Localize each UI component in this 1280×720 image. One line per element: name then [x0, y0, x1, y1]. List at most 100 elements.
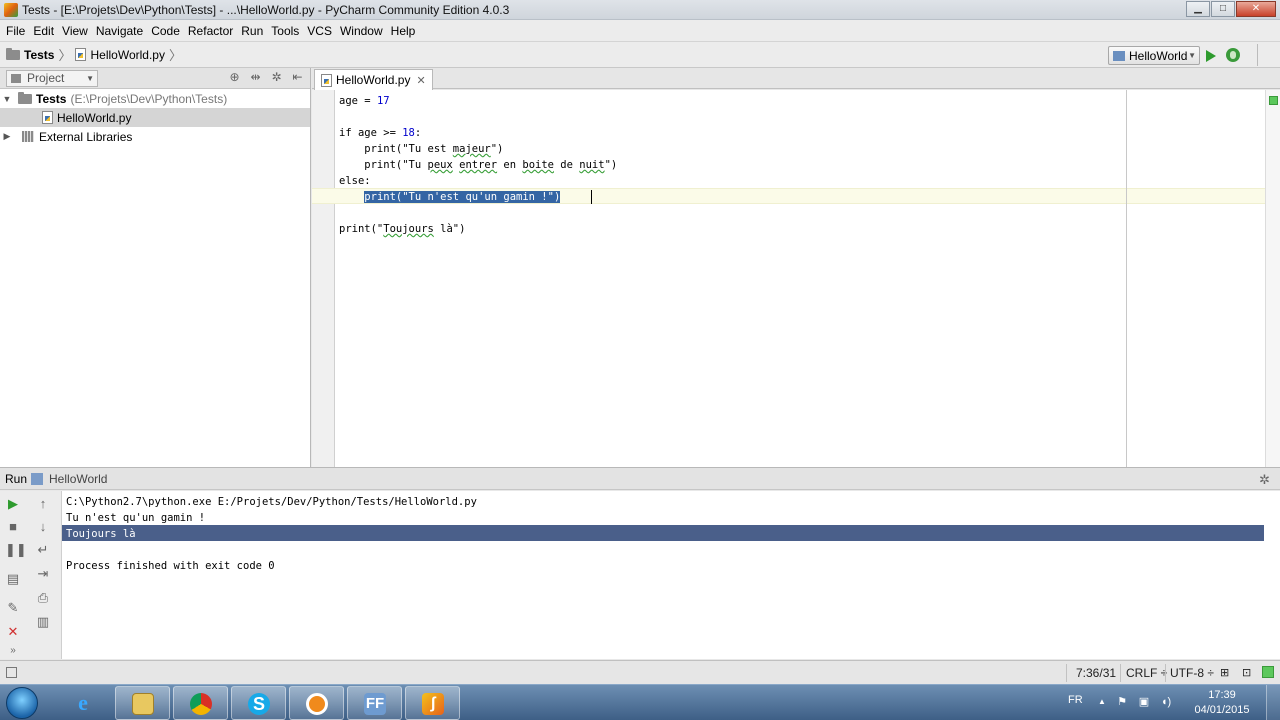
tree-item-label: Tests — [36, 91, 67, 106]
menu-tools[interactable]: Tools — [267, 24, 303, 38]
run-tab-label[interactable]: HelloWorld — [49, 472, 107, 486]
breadcrumb-file[interactable]: HelloWorld.py — [90, 48, 164, 62]
pin-icon[interactable]: ✎ — [5, 600, 21, 616]
chevron-down-icon: ▼ — [86, 73, 94, 83]
taskbar-app-ff[interactable]: FF — [347, 686, 402, 720]
volume-icon[interactable]: ◖) — [1160, 696, 1172, 708]
tree-item-tests[interactable]: ▼ Tests (E:\Projets\Dev\Python\Tests) — [0, 89, 310, 108]
tree-item-path: (E:\Projets\Dev\Python\Tests) — [70, 91, 228, 106]
menu-vcs[interactable]: VCS — [303, 24, 336, 38]
taskbar-app-skype[interactable]: S — [231, 686, 286, 720]
menu-refactor[interactable]: Refactor — [184, 24, 237, 38]
inspection-profile-icon[interactable]: ⊡ — [1242, 666, 1251, 679]
run-console[interactable]: C:\Python2.7\python.exe E:/Projets/Dev/P… — [62, 491, 1280, 659]
pycharm-app-icon — [4, 2, 18, 17]
internet-explorer-icon: e — [78, 690, 88, 715]
menu-code[interactable]: Code — [147, 24, 184, 38]
gear-icon[interactable]: ✲ — [1259, 472, 1270, 488]
close-icon[interactable]: ✕ — [5, 624, 21, 640]
read-only-lock-icon[interactable]: ⊞ — [1220, 666, 1229, 679]
menu-window[interactable]: Window — [336, 24, 387, 38]
chevron-right-icon[interactable]: ▶ — [0, 131, 14, 142]
menu-run[interactable]: Run — [237, 24, 267, 38]
show-hidden-icons-icon[interactable]: ▲ — [1096, 696, 1108, 708]
python-file-icon — [42, 111, 53, 124]
toggle-tool-windows-icon[interactable] — [6, 667, 17, 678]
python-file-icon — [75, 48, 87, 61]
menu-file[interactable]: File — [2, 24, 29, 38]
breadcrumb-project[interactable]: Tests — [24, 48, 54, 62]
taskbar-app-chrome[interactable] — [173, 686, 228, 720]
show-desktop-button[interactable] — [1266, 685, 1280, 720]
collapse-all-icon[interactable]: ⇹ — [249, 71, 262, 84]
menu-edit[interactable]: Edit — [29, 24, 58, 38]
tree-item-label: HelloWorld.py — [57, 110, 132, 125]
restore-layout-icon[interactable]: ▤ — [5, 571, 21, 587]
toolbar-divider — [1257, 44, 1258, 66]
taskbar-app-ie[interactable]: e — [56, 686, 111, 720]
project-panel: Project ▼ ⊕ ⇹ ✲ ⇤ ▼ Tests (E:\Projets\De… — [0, 68, 311, 467]
close-tab-icon[interactable]: ✕ — [416, 74, 425, 87]
taskbar-app-explorer[interactable] — [115, 686, 170, 720]
python-file-icon — [321, 73, 332, 87]
code-line: print("Toujours là") — [339, 223, 466, 235]
debug-button[interactable] — [1226, 48, 1240, 62]
breadcrumb-separator-icon: 〉 — [168, 48, 182, 63]
maximize-button[interactable]: □ — [1211, 1, 1235, 17]
run-config-select[interactable]: HelloWorld ▼ — [1108, 46, 1200, 65]
chrome-icon — [190, 693, 212, 715]
library-icon — [22, 131, 34, 142]
soft-wrap-icon[interactable]: ↵ — [35, 542, 51, 558]
trash-icon[interactable]: ▥ — [35, 614, 51, 630]
window-controls: ▁ □ ✕ — [1186, 1, 1276, 17]
right-margin-guide — [1126, 90, 1127, 467]
project-panel-header: Project ▼ ⊕ ⇹ ✲ ⇤ — [0, 68, 310, 89]
editor-gutter[interactable] — [312, 90, 335, 467]
scroll-to-end-icon[interactable]: ⇥ — [35, 566, 51, 582]
rerun-icon[interactable]: ▶ — [5, 496, 21, 512]
error-stripe[interactable] — [1265, 90, 1280, 467]
system-clock[interactable]: 17:39 04/01/2015 — [1192, 688, 1252, 718]
taskbar-app-blender[interactable] — [289, 686, 344, 720]
status-ok-icon — [1262, 666, 1274, 678]
project-header-tools: ⊕ ⇹ ✲ ⇤ — [228, 71, 304, 84]
minimize-button[interactable]: ▁ — [1186, 1, 1210, 17]
up-arrow-icon[interactable]: ↑ — [35, 496, 51, 512]
run-config-icon — [31, 472, 44, 485]
tree-item-label: External Libraries — [39, 129, 133, 144]
folder-icon — [6, 47, 20, 60]
network-icon[interactable]: ▣ — [1138, 696, 1150, 708]
taskbar-app-pycharm[interactable]: ʃ — [405, 686, 460, 720]
status-bar: 7:36/31 CRLF ÷ UTF-8 ÷ ⊞ ⊡ — [0, 660, 1280, 684]
tree-item-helloworld[interactable]: HelloWorld.py — [0, 108, 310, 127]
hide-panel-icon[interactable]: ⇤ — [291, 71, 304, 84]
down-arrow-icon[interactable]: ↓ — [35, 519, 51, 535]
close-button[interactable]: ✕ — [1236, 1, 1276, 17]
run-button[interactable] — [1206, 50, 1216, 62]
gear-icon[interactable]: ✲ — [270, 71, 283, 84]
tab-helloworld[interactable]: HelloWorld.py ✕ — [314, 69, 433, 90]
keyboard-language[interactable]: FR — [1068, 694, 1083, 706]
scroll-from-source-icon[interactable]: ⊕ — [228, 71, 241, 84]
console-line: Toujours là — [66, 528, 136, 540]
blender-icon — [306, 693, 328, 715]
menu-view[interactable]: View — [58, 24, 92, 38]
pycharm-icon: ʃ — [422, 693, 444, 715]
caret-position[interactable]: 7:36/31 — [1076, 666, 1116, 680]
project-view-label: Project — [27, 71, 65, 85]
tree-item-external-libraries[interactable]: ▶ External Libraries — [0, 127, 310, 146]
pause-icon[interactable]: ❚❚ — [5, 542, 27, 558]
menu-help[interactable]: Help — [387, 24, 420, 38]
code-line: print("Tu est majeur") — [339, 143, 504, 155]
stop-icon[interactable]: ■ — [5, 519, 21, 535]
action-center-flag-icon[interactable]: ⚑ — [1116, 696, 1128, 708]
start-button[interactable] — [6, 687, 38, 719]
run-config-label: HelloWorld — [1129, 48, 1188, 63]
line-separator-select[interactable]: CRLF ÷ — [1126, 666, 1167, 680]
menu-navigate[interactable]: Navigate — [92, 24, 147, 38]
print-icon[interactable]: ⎙ — [35, 590, 51, 606]
chevron-down-icon[interactable]: ▼ — [0, 94, 14, 104]
more-icon[interactable]: » — [5, 643, 21, 659]
encoding-select[interactable]: UTF-8 ÷ — [1170, 666, 1214, 680]
project-view-select[interactable]: Project ▼ — [6, 69, 98, 87]
